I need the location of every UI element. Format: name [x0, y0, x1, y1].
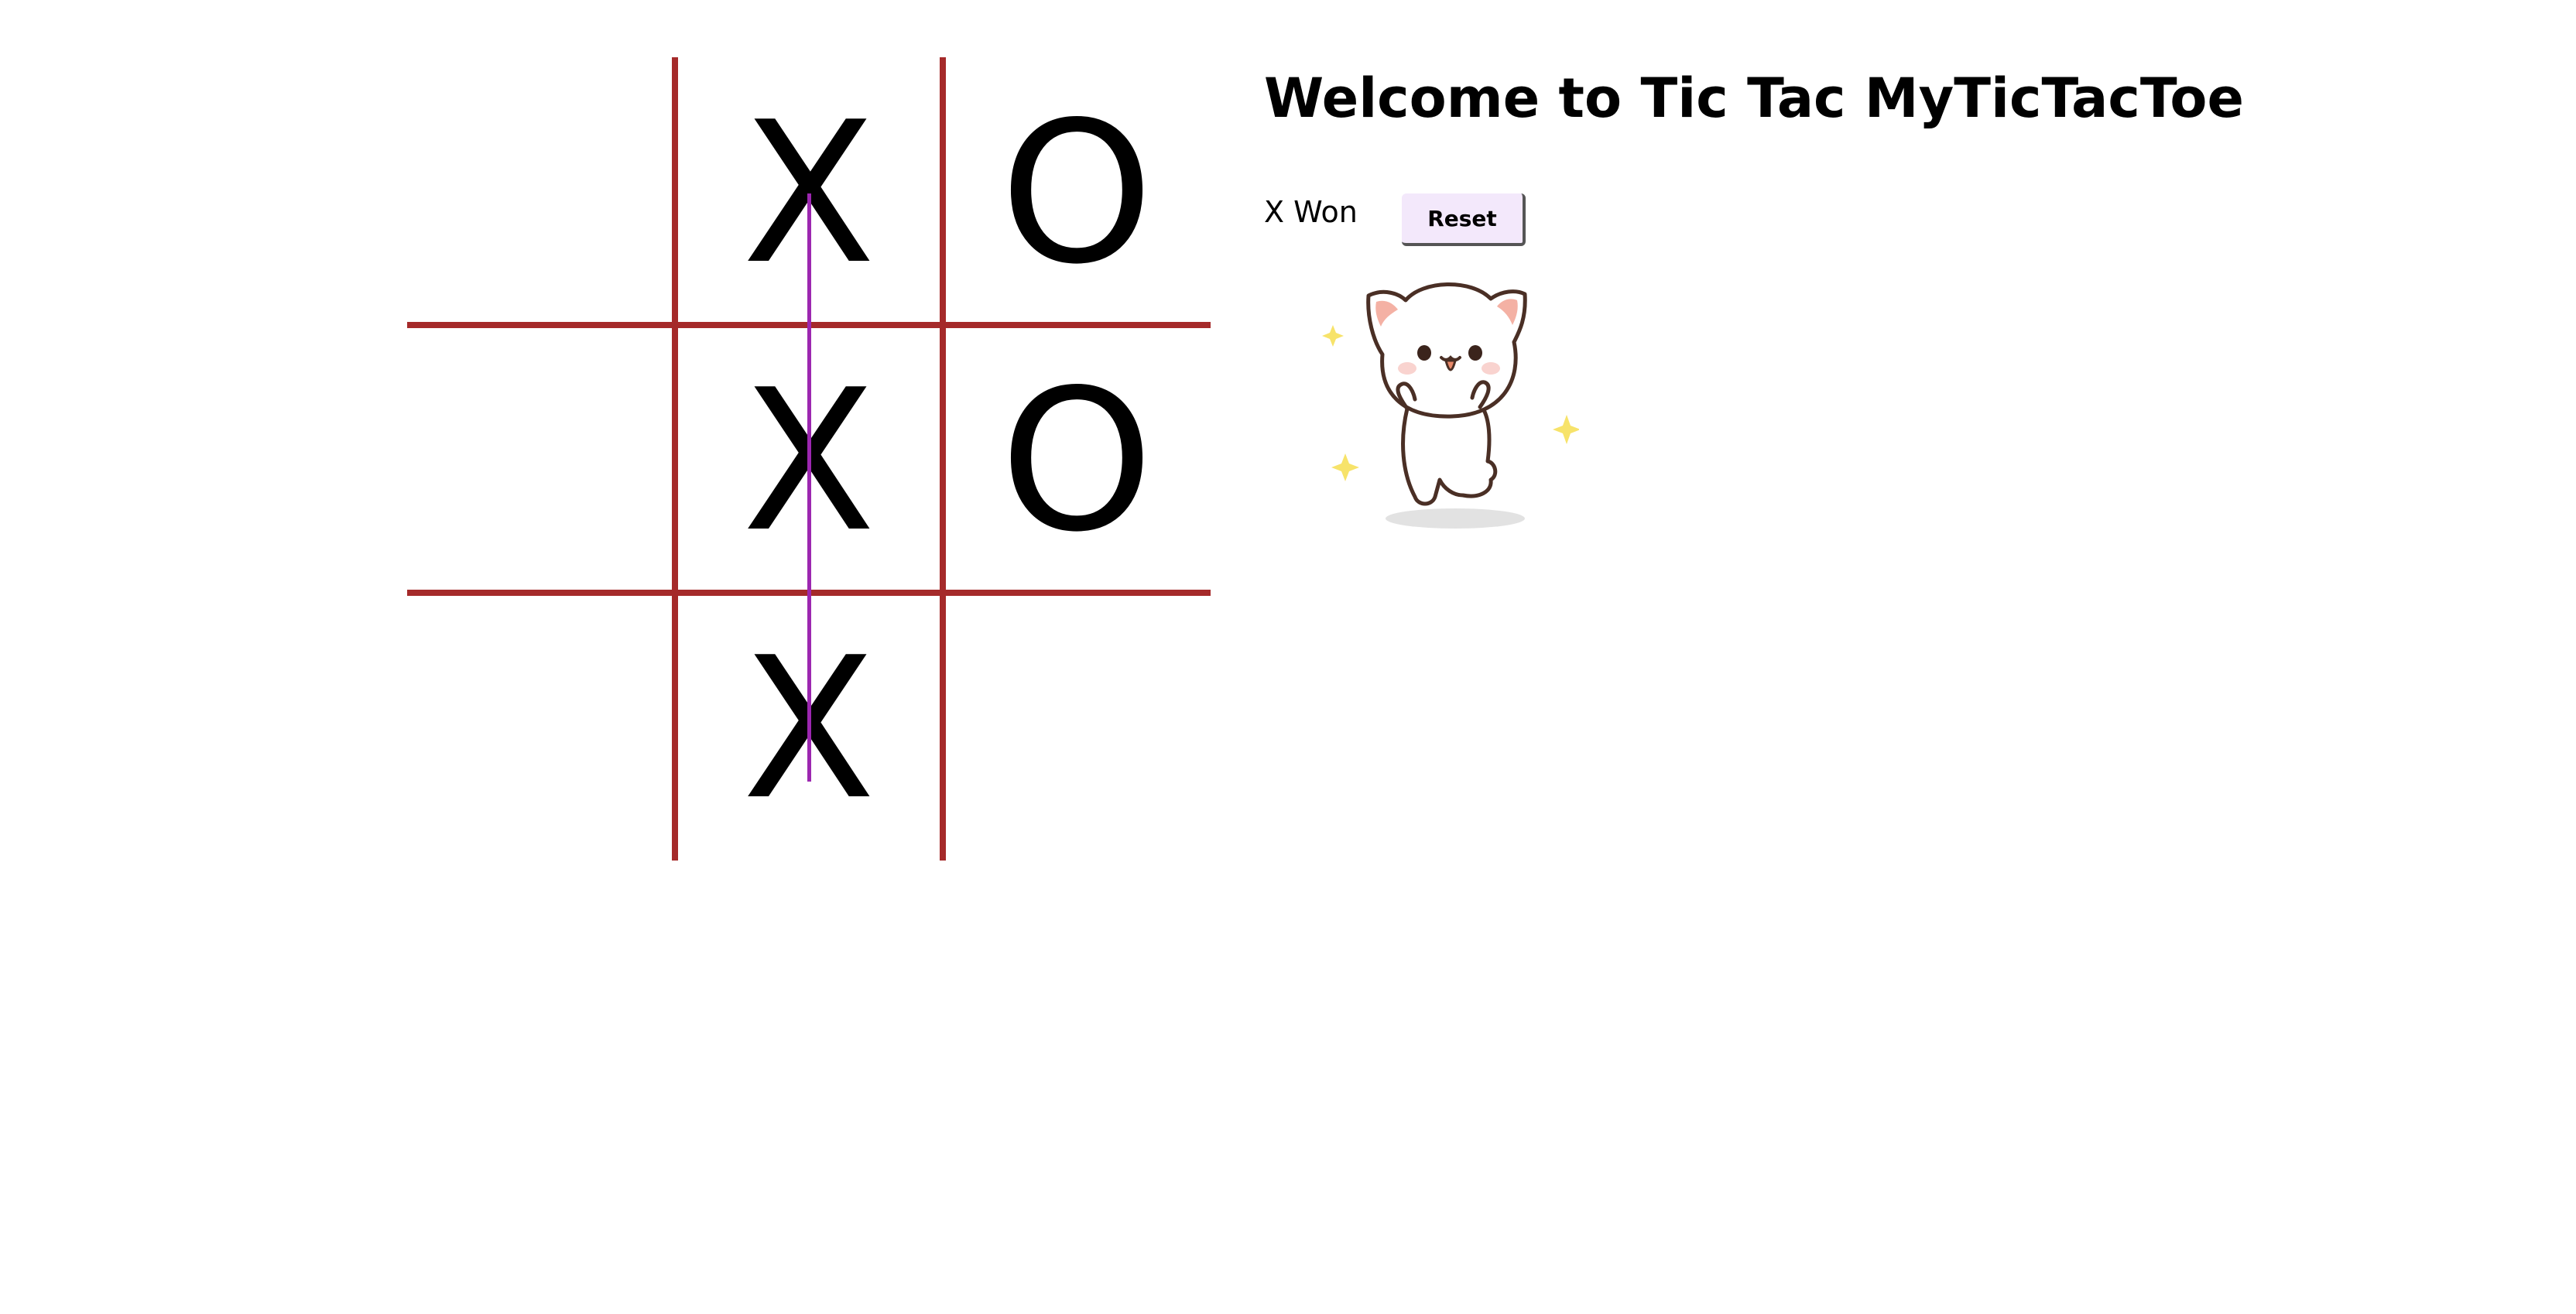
cat-body	[1401, 406, 1498, 506]
game-status: X Won	[1264, 195, 1358, 229]
cat-eye-left	[1417, 345, 1431, 361]
cat-eye-right	[1468, 345, 1482, 361]
cell-6[interactable]	[407, 593, 675, 861]
sparkle-icon	[1331, 453, 1359, 481]
cell-2-mark: O	[999, 80, 1154, 307]
sparkle-icon	[1553, 415, 1579, 444]
winning-line	[807, 193, 811, 782]
reset-button[interactable]: Reset	[1402, 193, 1526, 246]
cell-0[interactable]	[407, 57, 675, 325]
tic-tac-toe-board: X O X O X	[407, 57, 1211, 861]
page-title: Welcome to Tic Tac MyTicTacToe	[1264, 67, 2244, 130]
cell-5[interactable]: O	[943, 325, 1211, 593]
cat-blush-left	[1398, 362, 1416, 375]
happy-cat-sticker-image	[1322, 282, 1579, 529]
cell-8[interactable]	[943, 593, 1211, 861]
cell-2[interactable]: O	[943, 57, 1211, 325]
cell-5-mark: O	[999, 348, 1154, 575]
cat-shadow	[1386, 508, 1525, 529]
sparkle-icon	[1322, 325, 1344, 347]
grid-line-vertical-1	[672, 57, 678, 861]
grid-line-vertical-2	[940, 57, 946, 861]
cell-3[interactable]	[407, 325, 675, 593]
cat-blush-right	[1482, 362, 1500, 375]
